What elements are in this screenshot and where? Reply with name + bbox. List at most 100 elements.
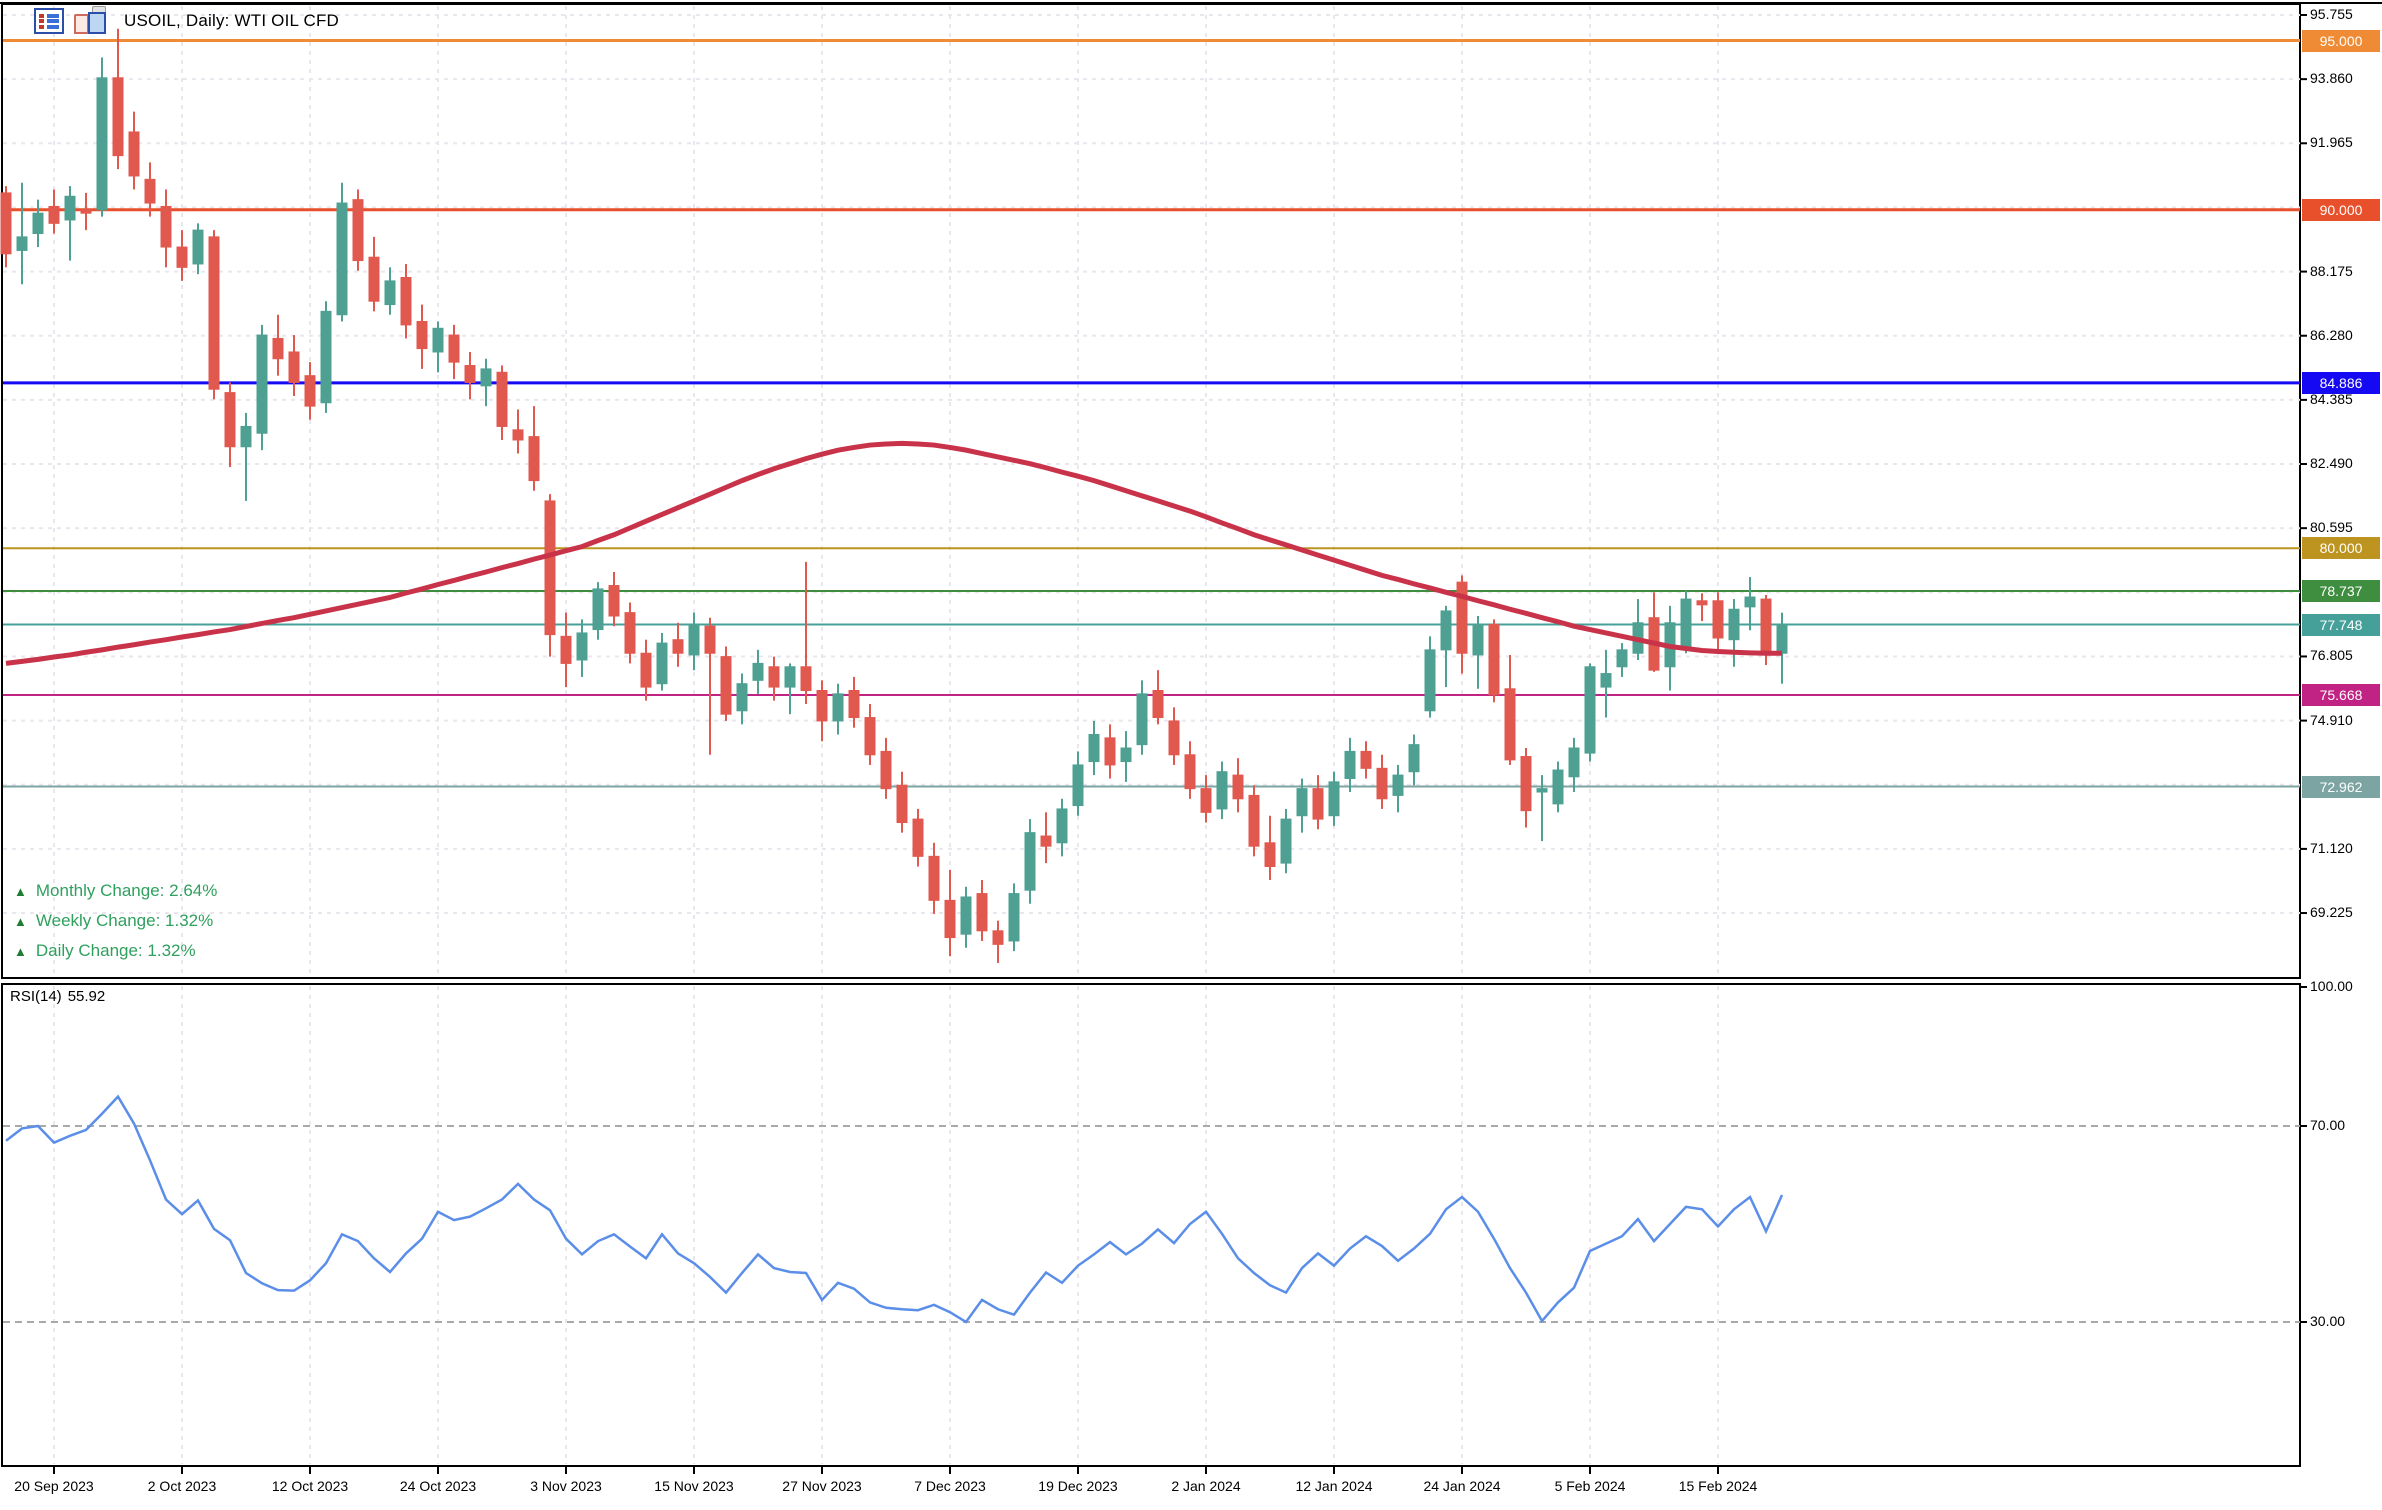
price-axis-label: 71.120 — [2310, 840, 2380, 856]
candle-bullish — [833, 694, 843, 721]
candle-bearish — [1489, 624, 1499, 694]
candle-bearish — [1, 193, 11, 254]
candle-bearish — [273, 338, 283, 358]
candle-bearish — [977, 894, 987, 931]
price-axis-label: 69.225 — [2310, 904, 2380, 920]
candle-bullish — [689, 624, 699, 654]
candle-bearish — [305, 376, 315, 406]
candle-bearish — [1457, 582, 1467, 653]
candle-bearish — [529, 437, 539, 481]
candle-bearish — [993, 931, 1003, 945]
up-arrow-icon: ▲ — [14, 914, 27, 929]
monthly-change-value: 2.64% — [169, 881, 217, 900]
candle-bearish — [1185, 755, 1195, 789]
candle-bearish — [161, 206, 171, 247]
price-level-badge: 80.000 — [2302, 537, 2380, 559]
candle-bearish — [1361, 751, 1371, 768]
weekly-change-row: ▲ Weekly Change: 1.32% — [14, 906, 217, 936]
candle-bullish — [1073, 765, 1083, 806]
candle-bearish — [81, 210, 91, 213]
candle-bearish — [769, 667, 779, 687]
date-axis-label: 24 Jan 2024 — [1397, 1478, 1527, 1494]
price-level-badge: 75.668 — [2302, 684, 2380, 706]
candle-bullish — [1089, 734, 1099, 761]
candle-bearish — [641, 653, 651, 687]
candle-bearish — [1313, 789, 1323, 819]
candle-bullish — [33, 213, 43, 233]
candle-bearish — [353, 200, 363, 261]
candle-bearish — [145, 179, 155, 203]
candle-bullish — [1009, 894, 1019, 941]
candle-bullish — [753, 663, 763, 680]
price-level-badge: 72.962 — [2302, 776, 2380, 798]
candle-bearish — [801, 667, 811, 691]
candle-bearish — [929, 856, 939, 900]
monthly-change-label: Monthly Change: — [36, 881, 165, 900]
rsi-axis-label: 100.00 — [2310, 978, 2380, 994]
candle-bearish — [1105, 738, 1115, 765]
candle-bullish — [433, 328, 443, 352]
candle-bearish — [1041, 836, 1051, 846]
price-level-badge: 84.886 — [2302, 372, 2380, 394]
candle-bearish — [497, 372, 507, 426]
candle-bullish — [577, 633, 587, 660]
date-axis-label: 24 Oct 2023 — [373, 1478, 503, 1494]
candle-bearish — [1697, 601, 1707, 605]
price-level-badge: 78.737 — [2302, 580, 2380, 602]
candle-bearish — [449, 335, 459, 362]
candle-bearish — [1249, 795, 1259, 846]
candle-bullish — [337, 203, 347, 315]
candle-bearish — [945, 900, 955, 937]
candle-bearish — [1201, 789, 1211, 813]
candle-bearish — [1233, 775, 1243, 799]
chart-titlebar: USOIL, Daily: WTI OIL CFD — [34, 6, 339, 36]
candle-bearish — [465, 366, 475, 383]
up-arrow-icon: ▲ — [14, 944, 27, 959]
candle-bullish — [385, 281, 395, 305]
candle-bearish — [865, 718, 875, 755]
candle-bullish — [1329, 782, 1339, 816]
list-icon[interactable] — [34, 8, 64, 34]
date-axis-label: 12 Jan 2024 — [1269, 1478, 1399, 1494]
candle-bearish — [369, 257, 379, 301]
candle-bullish — [785, 667, 795, 687]
candle-bearish — [289, 352, 299, 382]
candle-bearish — [1505, 689, 1515, 760]
date-axis-label: 19 Dec 2023 — [1013, 1478, 1143, 1494]
candle-bearish — [177, 247, 187, 267]
candle-bullish — [1537, 789, 1547, 792]
date-axis-label: 15 Feb 2024 — [1653, 1478, 1783, 1494]
price-axis-label: 91.965 — [2310, 134, 2380, 150]
candle-bullish — [1393, 775, 1403, 795]
price-level-badge: 95.000 — [2302, 30, 2380, 52]
candle-bearish — [817, 690, 827, 720]
candle-bullish — [1729, 609, 1739, 639]
candle-bearish — [1713, 601, 1723, 638]
candle-bearish — [561, 636, 571, 663]
charts-icon[interactable] — [74, 6, 114, 36]
candle-bullish — [321, 311, 331, 402]
date-axis-label: 2 Jan 2024 — [1141, 1478, 1271, 1494]
date-axis-label: 2 Oct 2023 — [117, 1478, 247, 1494]
price-panel-frame — [2, 4, 2300, 978]
candle-bullish — [593, 589, 603, 630]
candle-bullish — [257, 335, 267, 433]
date-axis-label: 15 Nov 2023 — [629, 1478, 759, 1494]
price-axis-label: 82.490 — [2310, 455, 2380, 471]
candle-bullish — [1025, 833, 1035, 891]
candle-bearish — [673, 640, 683, 654]
candle-bullish — [1601, 674, 1611, 688]
price-axis-label: 86.280 — [2310, 327, 2380, 343]
candle-bearish — [513, 430, 523, 440]
candle-bullish — [17, 237, 27, 251]
rsi-axis-label: 70.00 — [2310, 1117, 2380, 1133]
date-axis-label: 7 Dec 2023 — [885, 1478, 1015, 1494]
date-axis-label: 5 Feb 2024 — [1525, 1478, 1655, 1494]
price-axis-label: 95.755 — [2310, 6, 2380, 22]
candle-bearish — [545, 501, 555, 635]
candle-bullish — [1777, 624, 1787, 653]
candle-bullish — [737, 684, 747, 711]
rsi-value: 55.92 — [68, 988, 106, 1005]
candle-bullish — [1617, 650, 1627, 667]
rsi-axis-label: 30.00 — [2310, 1313, 2380, 1329]
